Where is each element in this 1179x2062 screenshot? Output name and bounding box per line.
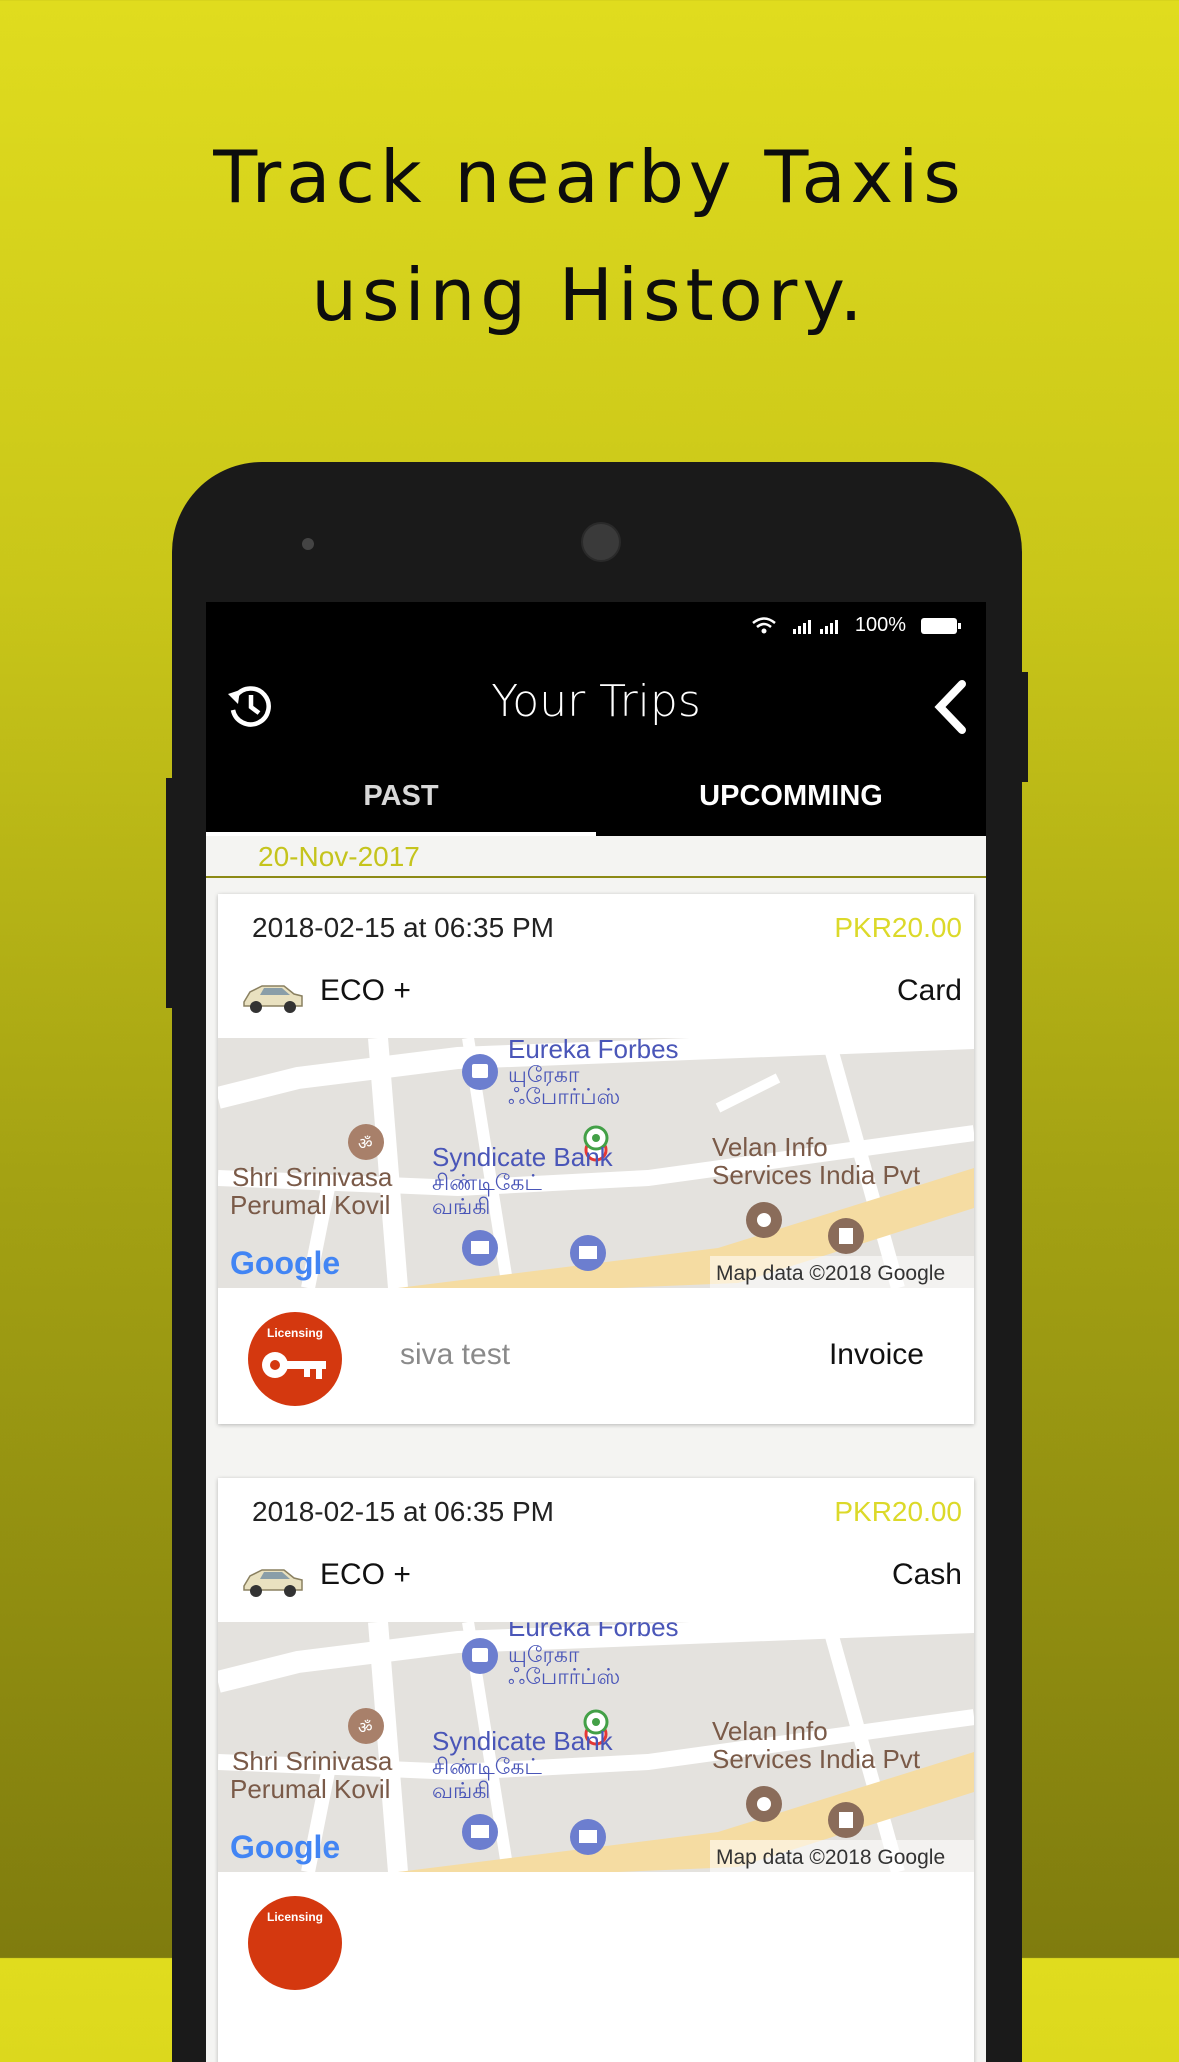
map-image: ॐ Eureka Forbes யுரேகா ஃபோர்ப்ஸ் Syndica… <box>218 1038 974 1288</box>
car-type: ECO + <box>320 974 411 1007</box>
taxi-car-icon <box>243 1569 303 1597</box>
taxi-car-icon <box>243 985 303 1013</box>
trip-footer: Licensing siva test Invoice <box>218 1288 974 1424</box>
map-label-place4-line1: Shri Srinivasa <box>232 1746 393 1776</box>
tab-upcomming[interactable]: UPCOMMING <box>596 756 986 836</box>
app-bar: Your Trips <box>206 652 986 756</box>
map-label-place2-tamil2: வங்கி <box>432 1195 490 1220</box>
trip-datetime: 2018-02-15 at 06:35 PM <box>252 1496 554 1527</box>
license-badge: Licensing <box>248 1312 342 1406</box>
payment-method: Card <box>896 974 962 1007</box>
map-label-place2: Syndicate Bank <box>432 1142 614 1172</box>
map-image: ॐ Eureka Forbes யுரேகா ஃபோர்ப்ஸ் Syndica… <box>218 1622 974 1872</box>
license-badge-text: Licensing <box>266 1326 323 1340</box>
google-logo: Google <box>230 1829 340 1865</box>
tab-past[interactable]: PAST <box>206 756 596 836</box>
headline-line-1: Track nearby Taxis <box>213 135 966 219</box>
driver-name: siva test <box>400 1338 511 1371</box>
map-label-place4-line2: Perumal Kovil <box>230 1190 390 1220</box>
trip-tabs: PAST UPCOMMING <box>206 756 986 836</box>
page-title: Your Trips <box>491 676 701 727</box>
signal-icon <box>792 619 838 634</box>
trip-footer: Licensing <box>218 1872 974 2008</box>
trip-map: ॐ Eureka Forbes யுரேகா ஃபோர்ப்ஸ் Syndica… <box>218 1038 974 1288</box>
svg-text:ॐ: ॐ <box>358 1135 373 1153</box>
map-attribution: Map data ©2018 Google <box>716 1846 945 1869</box>
map-label-place1: Eureka Forbes <box>508 1622 679 1642</box>
map-label-place1: Eureka Forbes <box>508 1038 679 1064</box>
status-bar: 100% <box>206 602 986 652</box>
map-label-place3-line1: Velan Info <box>712 1716 828 1746</box>
battery-icon <box>921 617 961 634</box>
trip-price: PKR20.00 <box>834 912 962 943</box>
map-label-place3-line2: Services India Pvt <box>712 1744 921 1774</box>
date-section-header: 20-Nov-2017 <box>206 836 986 878</box>
map-attribution: Map data ©2018 Google <box>716 1262 945 1285</box>
phone-frame: 100% Your Trips PAST UPCOMMING 20-Nov-20… <box>172 462 1022 2062</box>
headline-line-2: using History. <box>311 253 868 337</box>
car-type: ECO + <box>320 1558 411 1591</box>
trip-card[interactable]: 2018-02-15 at 06:35 PM PKR20.00 ECO + Ca… <box>218 1478 974 2062</box>
map-label-place3-line1: Velan Info <box>712 1132 828 1162</box>
wifi-icon <box>752 616 776 633</box>
map-label-place4-line1: Shri Srinivasa <box>232 1162 393 1192</box>
key-icon <box>262 1352 326 1379</box>
map-label-place1-tamil2: ஃபோர்ப்ஸ் <box>508 1665 620 1690</box>
license-badge-text: Licensing <box>266 1910 323 1924</box>
map-label-place2-tamil1: சிண்டிகேட் <box>432 1755 542 1780</box>
payment-method: Cash <box>891 1558 962 1591</box>
map-label-place2-tamil1: சிண்டிகேட் <box>432 1171 542 1196</box>
phone-screen: 100% Your Trips PAST UPCOMMING 20-Nov-20… <box>206 602 986 2062</box>
phone-camera <box>581 522 621 562</box>
trip-card[interactable]: 2018-02-15 at 06:35 PM PKR20.00 ECO + Ca… <box>218 894 974 1424</box>
invoice-button[interactable]: Invoice <box>829 1338 924 1372</box>
map-label-place4-line2: Perumal Kovil <box>230 1774 390 1804</box>
license-badge: Licensing <box>248 1896 342 1990</box>
map-label-place2-tamil2: வங்கி <box>432 1779 490 1804</box>
section-date: 20-Nov-2017 <box>258 841 420 872</box>
svg-text:ॐ: ॐ <box>358 1719 373 1737</box>
phone-sensor <box>302 538 314 550</box>
trip-map: ॐ Eureka Forbes யுரேகா ஃபோர்ப்ஸ் Syndica… <box>218 1622 974 1872</box>
map-label-place3-line2: Services India Pvt <box>712 1160 921 1190</box>
back-chevron-icon[interactable] <box>932 680 970 734</box>
map-label-place1-tamil2: ஃபோர்ப்ஸ் <box>508 1085 620 1110</box>
trip-datetime: 2018-02-15 at 06:35 PM <box>252 912 554 943</box>
battery-percent: 100% <box>854 614 906 636</box>
google-logo: Google <box>230 1245 340 1281</box>
trip-price: PKR20.00 <box>834 1496 962 1527</box>
map-label-place2: Syndicate Bank <box>432 1726 614 1756</box>
